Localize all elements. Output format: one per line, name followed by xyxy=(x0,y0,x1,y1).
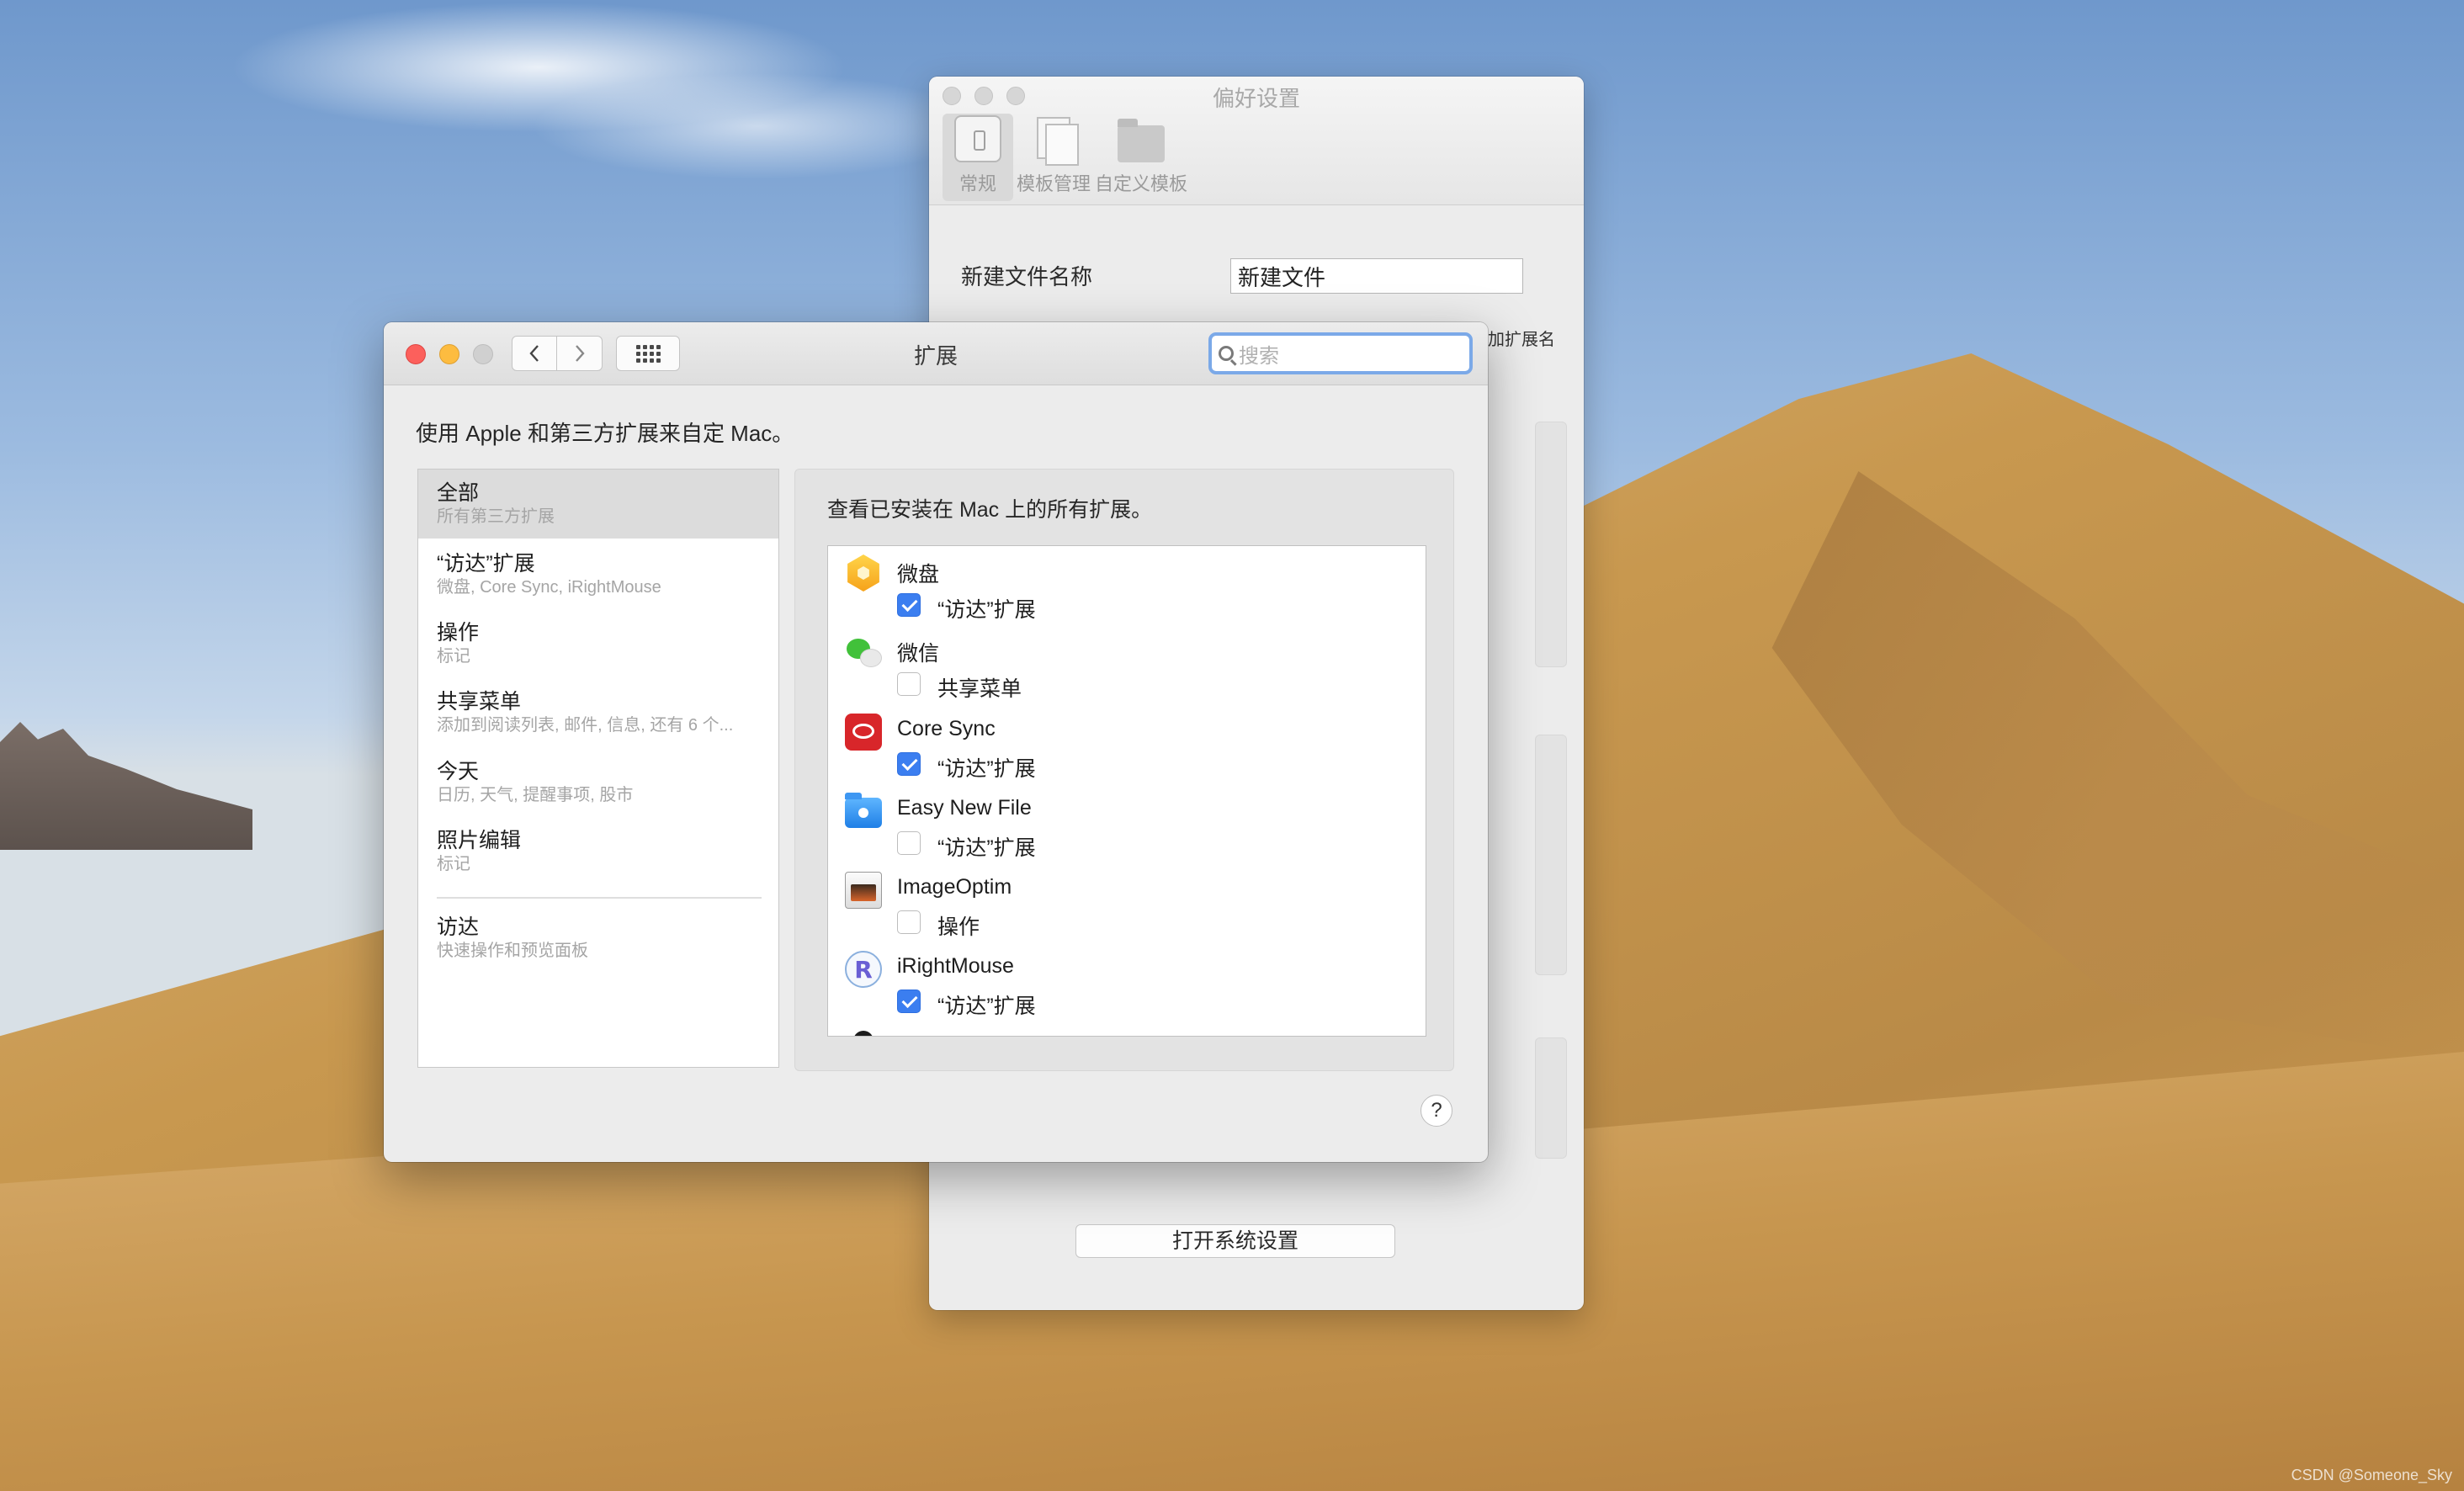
extensions-window[interactable]: 扩展 搜索 使用 Apple 和第三方扩展来自定 Mac。 全部 所有第三方扩展… xyxy=(384,322,1488,1162)
app-name: Core Sync xyxy=(897,717,996,740)
folder-icon xyxy=(1118,119,1165,162)
app-name: 微盘 xyxy=(897,563,940,586)
category-item-actions[interactable]: 操作 标记 xyxy=(418,609,778,678)
extension-type-label: “访达”扩展 xyxy=(937,757,1036,781)
extension-label: 加扩展名 xyxy=(1488,331,1555,349)
wallpaper-mountains xyxy=(0,722,252,850)
list-item: ImageOptim 操作 xyxy=(828,863,1426,942)
help-button[interactable]: ? xyxy=(1421,1095,1452,1127)
category-title: 今天 xyxy=(437,760,480,783)
settings-group-box xyxy=(1535,1037,1567,1159)
window-description: 使用 Apple 和第三方扩展来自定 Mac。 xyxy=(416,421,794,446)
category-subtitle: 快速操作和预览面板 xyxy=(437,942,588,960)
category-title: 全部 xyxy=(437,481,480,505)
window-title: 偏好设置 xyxy=(1212,86,1300,111)
extensions-panel: 查看已安装在 Mac 上的所有扩展。 微盘 “访达”扩展 微信 共享菜单 Cor… xyxy=(794,469,1454,1071)
list-item: 微盘 “访达”扩展 xyxy=(828,546,1426,625)
category-item-photo-editing[interactable]: 照片编辑 标记 xyxy=(418,817,778,886)
category-item-finder[interactable]: 访达 快速操作和预览面板 xyxy=(418,904,778,973)
panel-description: 查看已安装在 Mac 上的所有扩展。 xyxy=(827,498,1153,522)
app-name: Easy New File xyxy=(897,796,1032,820)
filename-label: 新建文件名称 xyxy=(961,264,1093,289)
extensions-titlebar[interactable]: 扩展 搜索 xyxy=(384,322,1488,385)
tab-template-manager[interactable]: 模板管理 xyxy=(1017,114,1091,201)
preferences-titlebar[interactable]: 偏好设置 常规 模板管理 自定义模板 xyxy=(929,77,1584,205)
next-app-icon xyxy=(853,1031,874,1036)
creative-cloud-icon xyxy=(845,714,882,751)
app-name: ImageOptim xyxy=(897,875,1012,899)
category-subtitle: 标记 xyxy=(437,855,470,873)
list-item: iRightMouse “访达”扩展 xyxy=(828,942,1426,1021)
extension-type-label: “访达”扩展 xyxy=(937,598,1036,622)
tab-general[interactable]: 常规 xyxy=(943,114,1013,201)
imageoptim-icon xyxy=(845,872,882,909)
extension-checkbox[interactable] xyxy=(897,672,921,696)
category-item-share-menu[interactable]: 共享菜单 添加到阅读列表, 邮件, 信息, 还有 6 个... xyxy=(418,678,778,747)
easy-new-file-icon xyxy=(845,793,882,828)
extension-type-label: 共享菜单 xyxy=(937,677,1022,701)
category-item-all[interactable]: 全部 所有第三方扩展 xyxy=(418,470,778,539)
settings-group-box xyxy=(1535,735,1567,975)
documents-icon xyxy=(1030,115,1079,166)
extension-type-label: “访达”扩展 xyxy=(937,836,1036,860)
category-divider xyxy=(437,897,762,899)
search-field[interactable]: 搜索 xyxy=(1208,332,1473,374)
category-title: “访达”扩展 xyxy=(437,552,535,576)
category-item-today[interactable]: 今天 日历, 天气, 提醒事项, 股市 xyxy=(418,748,778,817)
category-list[interactable]: 全部 所有第三方扩展 “访达”扩展 微盘, Core Sync, iRightM… xyxy=(417,469,779,1068)
watermark-credit: CSDN @Someone_Sky xyxy=(2291,1467,2452,1483)
extension-checkbox[interactable] xyxy=(897,752,921,776)
irightmouse-icon xyxy=(845,951,882,988)
extension-type-label: “访达”扩展 xyxy=(937,995,1036,1018)
category-subtitle: 添加到阅读列表, 邮件, 信息, 还有 6 个... xyxy=(437,716,734,735)
list-item: 微信 共享菜单 xyxy=(828,625,1426,704)
category-title: 访达 xyxy=(437,915,480,939)
extension-type-label: 操作 xyxy=(937,915,980,939)
search-icon xyxy=(1219,346,1234,361)
category-subtitle: 所有第三方扩展 xyxy=(437,507,555,526)
search-placeholder: 搜索 xyxy=(1239,344,1279,368)
app-name: iRightMouse xyxy=(897,954,1014,978)
extensions-list[interactable]: 微盘 “访达”扩展 微信 共享菜单 Core Sync “访达”扩展 Easy … xyxy=(827,545,1426,1037)
tab-custom-templates[interactable]: 自定义模板 xyxy=(1094,114,1188,201)
switch-icon xyxy=(954,115,1001,162)
tab-label: 模板管理 xyxy=(1017,173,1091,194)
tab-label: 常规 xyxy=(959,173,996,194)
extension-checkbox[interactable] xyxy=(897,831,921,855)
settings-group-box xyxy=(1535,422,1567,667)
app-name: 微信 xyxy=(897,642,940,666)
extension-checkbox[interactable] xyxy=(897,990,921,1013)
category-subtitle: 标记 xyxy=(437,647,470,666)
weipan-icon xyxy=(847,554,879,592)
filename-input[interactable] xyxy=(1230,258,1523,294)
open-system-settings-button[interactable]: 打开系统设置 xyxy=(1075,1224,1395,1258)
list-item: Core Sync “访达”扩展 xyxy=(828,705,1426,784)
category-subtitle: 微盘, Core Sync, iRightMouse xyxy=(437,578,661,597)
category-title: 照片编辑 xyxy=(437,829,522,852)
category-item-finder-extensions[interactable]: “访达”扩展 微盘, Core Sync, iRightMouse xyxy=(418,540,778,609)
wechat-icon xyxy=(845,634,882,671)
category-title: 操作 xyxy=(437,621,480,645)
extension-checkbox[interactable] xyxy=(897,593,921,617)
preferences-toolbar: 常规 模板管理 自定义模板 xyxy=(943,114,1188,201)
category-title: 共享菜单 xyxy=(437,690,522,714)
extension-checkbox[interactable] xyxy=(897,910,921,934)
list-item: Easy New File “访达”扩展 xyxy=(828,784,1426,863)
tab-label: 自定义模板 xyxy=(1094,173,1187,194)
category-subtitle: 日历, 天气, 提醒事项, 股市 xyxy=(437,786,634,804)
